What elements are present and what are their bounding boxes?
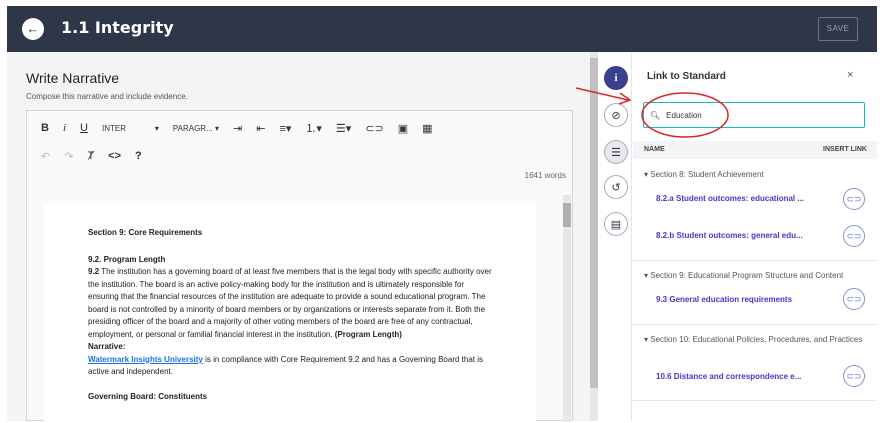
insert-link-icon[interactable]: ⊂⊃ [843, 288, 865, 310]
page-scroll-thumb[interactable] [590, 58, 598, 388]
doc-compliance-line: Watermark Insights University is in comp… [88, 354, 492, 379]
outdent-icon[interactable]: ⇤ [256, 122, 265, 135]
page-scrollbar[interactable] [590, 52, 598, 421]
standard-item[interactable]: 8.2.a Student outcomes: educational ... [656, 194, 804, 203]
section-toggle[interactable]: ▾ Section 8: Student Achievement [644, 169, 866, 181]
link-to-standard-panel: Link to Standard × 🔍︎ Education NAME INS… [633, 52, 877, 421]
search-icon: 🔍︎ [650, 110, 661, 120]
standard-item[interactable]: 9.3 General education requirements [656, 295, 792, 304]
doc-heading-3: Governing Board: Constituents [88, 391, 208, 401]
underline-button[interactable]: U [80, 122, 88, 134]
paragraph-select[interactable]: PARAGR... ▾ [173, 124, 219, 133]
doc-paragraph: 9.2 The institution has a governing boar… [88, 266, 492, 341]
panel-title: Link to Standard [647, 71, 726, 82]
table-header: NAME INSERT LINK [633, 141, 877, 159]
history-icon[interactable]: ↺ [604, 175, 628, 199]
table-icon[interactable]: ▦ [422, 122, 432, 135]
clear-format-icon[interactable]: Ⱦ [87, 150, 94, 162]
bullet-list-icon[interactable]: ☰▾ [336, 122, 351, 135]
section-toggle[interactable]: ▾ Section 10: Educational Policies, Proc… [644, 334, 866, 346]
para-body: The institution has a governing board of… [88, 267, 492, 339]
link-icon[interactable]: ⊂⊃ [365, 122, 383, 135]
tool-rail: i ⊘ ☰ ↺ ▤ [598, 52, 632, 421]
page-title: 1.1 Integrity [61, 18, 174, 37]
italic-button[interactable]: i [63, 122, 66, 134]
back-button[interactable]: ← [22, 18, 44, 40]
divider [633, 260, 877, 261]
bold-button[interactable]: B [41, 122, 49, 134]
search-value: Education [666, 110, 702, 120]
attachment-icon[interactable]: ⊘ [604, 103, 628, 127]
standard-item[interactable]: 8.2.b Student outcomes: general edu... [656, 231, 803, 240]
paragraph-select-value: PARAGR... [172, 123, 213, 133]
narrative-label: Narrative: [88, 342, 126, 351]
rich-text-editor: B i U INTER ▾ PARAGR... ▾ ⇥ ⇤ ≡▾ ⒈▾ ☰▾ ⊂… [26, 110, 573, 423]
help-button[interactable]: ? [135, 150, 142, 162]
col-insert-link: INSERT LINK [823, 146, 867, 153]
editor-toolbar-row-2: ↶ ↷ Ⱦ <> ? [41, 145, 156, 167]
font-select[interactable]: INTER ▾ [102, 124, 159, 133]
numbered-list-icon[interactable]: ⒈▾ [305, 120, 322, 136]
document-page[interactable]: Section 9: Core Requirements 9.2. Progra… [44, 203, 536, 423]
info-icon[interactable]: i [604, 66, 628, 90]
editor-scroll-thumb[interactable] [563, 203, 571, 227]
save-button[interactable]: SAVE [818, 17, 858, 41]
editor-scrollbar[interactable] [563, 195, 571, 422]
word-count: 1641 words [524, 171, 566, 180]
university-link[interactable]: Watermark Insights University [88, 355, 203, 364]
font-select-value: INTER [101, 123, 126, 133]
insert-link-icon[interactable]: ⊂⊃ [843, 188, 865, 210]
undo-icon[interactable]: ↶ [41, 150, 50, 163]
narrative-title: Write Narrative [26, 70, 120, 86]
top-bar: ← 1.1 Integrity SAVE [7, 6, 877, 52]
align-icon[interactable]: ≡▾ [279, 122, 291, 135]
insert-link-icon[interactable]: ⊂⊃ [843, 225, 865, 247]
doc-subheading: 9.2. Program Length [88, 254, 166, 264]
narrative-area: Write Narrative Compose this narrative a… [7, 52, 598, 423]
standard-item[interactable]: 10.6 Distance and correspondence e... [656, 372, 801, 381]
divider [633, 400, 877, 401]
search-input[interactable]: 🔍︎ Education [643, 102, 865, 128]
col-name: NAME [644, 146, 665, 153]
divider [633, 324, 877, 325]
section-label: Section 8: Student Achievement [650, 170, 764, 179]
comment-icon[interactable]: ▤ [604, 212, 628, 236]
para-suffix: (Program Length) [334, 329, 402, 339]
para-prefix: 9.2 [88, 267, 100, 276]
insert-link-icon[interactable]: ⊂⊃ [843, 365, 865, 387]
image-icon[interactable]: ▣ [398, 122, 408, 135]
code-button[interactable]: <> [108, 150, 121, 162]
doc-heading: Section 9: Core Requirements [88, 228, 203, 237]
narrative-subtitle: Compose this narrative and include evide… [26, 92, 188, 101]
close-icon[interactable]: × [847, 69, 853, 81]
indent-icon[interactable]: ⇥ [233, 122, 242, 135]
section-toggle[interactable]: ▾ Section 9: Educational Program Structu… [644, 270, 866, 282]
section-label: Section 10: Educational Policies, Proced… [650, 335, 863, 344]
editor-toolbar-row-1: B i U INTER ▾ PARAGR... ▾ ⇥ ⇤ ≡▾ ⒈▾ ☰▾ ⊂… [41, 117, 447, 139]
redo-icon[interactable]: ↷ [64, 150, 73, 163]
standards-list-icon[interactable]: ☰ [604, 140, 628, 164]
section-label: Section 9: Educational Program Structure… [650, 271, 844, 280]
